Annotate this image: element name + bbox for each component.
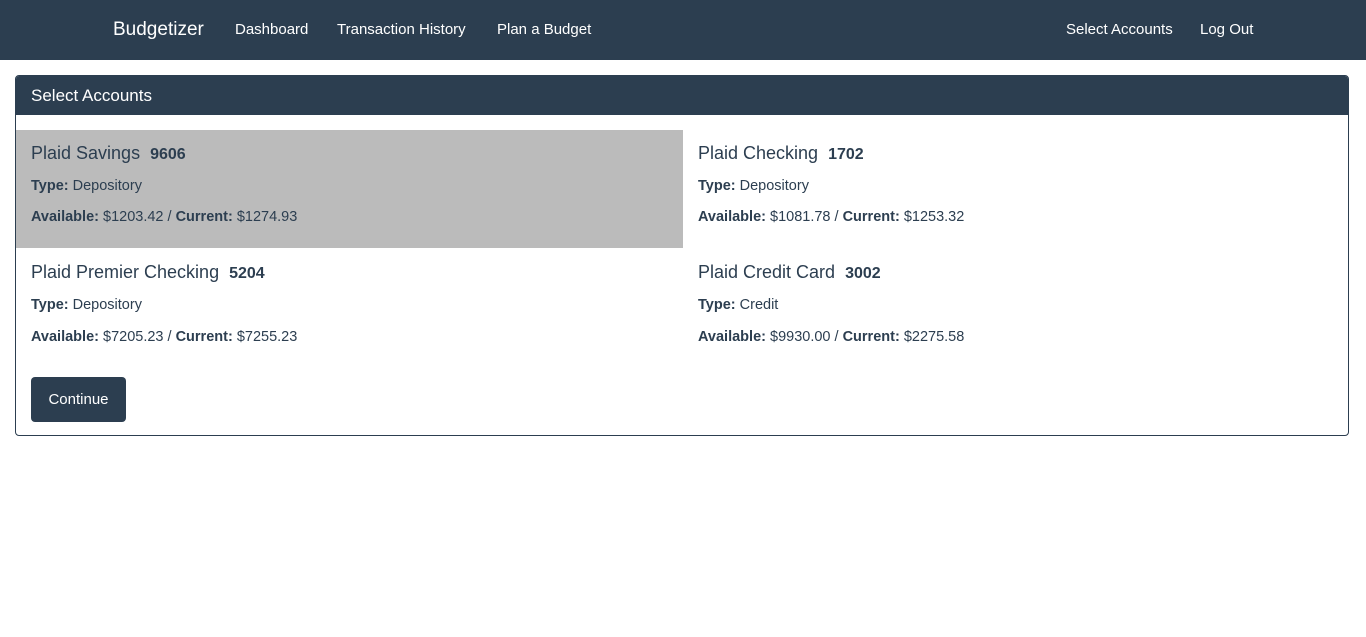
current-balance: $1253.32: [903, 209, 965, 225]
available-balance: $7205.23: [103, 329, 164, 345]
account-type-line: Type: Depository: [31, 177, 142, 195]
type-label: Type:: [698, 178, 736, 194]
available-label: Available:: [698, 329, 766, 345]
account-name: Plaid Credit Card: [698, 262, 836, 282]
account-balance-line: Available: $1081.78 / Current: $1253.32: [698, 208, 964, 226]
current-label: Current:: [175, 329, 233, 345]
balance-separator: /: [834, 209, 839, 225]
type-label: Type:: [31, 178, 69, 194]
account-mask: 3002: [845, 265, 881, 282]
account-name: Plaid Savings: [31, 143, 141, 163]
current-balance: $2275.58: [903, 329, 965, 345]
balance-separator: /: [167, 209, 172, 225]
top-navbar: Budgetizer Dashboard Transaction History…: [0, 0, 1366, 60]
nav-transaction-history[interactable]: Transaction History: [337, 20, 466, 40]
account-type-line: Type: Depository: [31, 296, 142, 314]
continue-button[interactable]: Continue: [31, 377, 126, 422]
account-type: Depository: [739, 178, 809, 194]
current-label: Current:: [842, 209, 900, 225]
account-type-line: Type: Credit: [698, 296, 778, 314]
panel-heading: Select Accounts: [16, 76, 1348, 115]
account-name: Plaid Checking: [698, 143, 819, 163]
account-type-line: Type: Depository: [698, 177, 809, 195]
account-title: Plaid Checking 1702: [698, 142, 864, 166]
account-type: Depository: [72, 178, 142, 194]
account-title: Plaid Premier Checking 5204: [31, 261, 265, 285]
current-label: Current:: [175, 209, 233, 225]
current-label: Current:: [842, 329, 900, 345]
nav-log-out[interactable]: Log Out: [1200, 20, 1253, 40]
account-card-plaid-credit-card[interactable]: Plaid Credit Card 3002 Type: Credit Avail…: [683, 249, 1348, 367]
nav-select-accounts[interactable]: Select Accounts: [1066, 20, 1173, 40]
account-balance-line: Available: $7205.23 / Current: $7255.23: [31, 328, 297, 346]
brand-link[interactable]: Budgetizer: [113, 18, 204, 42]
current-balance: $7255.23: [236, 329, 298, 345]
nav-dashboard[interactable]: Dashboard: [235, 20, 308, 40]
account-title: Plaid Credit Card 3002: [698, 261, 881, 285]
available-balance: $9930.00: [770, 329, 831, 345]
type-label: Type:: [31, 297, 69, 313]
type-label: Type:: [698, 297, 736, 313]
available-balance: $1203.42: [103, 209, 164, 225]
account-card-plaid-premier-checking[interactable]: Plaid Premier Checking 5204 Type: Deposit…: [16, 249, 683, 367]
account-name: Plaid Premier Checking: [31, 262, 220, 282]
available-label: Available:: [698, 209, 766, 225]
account-card-plaid-savings[interactable]: Plaid Savings 9606 Type: Depository Avail…: [16, 130, 683, 248]
available-label: Available:: [31, 329, 99, 345]
balance-separator: /: [167, 329, 172, 345]
balance-separator: /: [834, 329, 839, 345]
nav-plan-a-budget[interactable]: Plan a Budget: [497, 20, 591, 40]
available-balance: $1081.78: [770, 209, 831, 225]
available-label: Available:: [31, 209, 99, 225]
account-balance-line: Available: $9930.00 / Current: $2275.58: [698, 328, 964, 346]
account-mask: 1702: [828, 146, 864, 163]
account-card-plaid-checking[interactable]: Plaid Checking 1702 Type: Depository Avai…: [683, 130, 1348, 248]
account-mask: 5204: [229, 265, 265, 282]
select-accounts-panel: Select Accounts Plaid Savings 9606 Type: …: [15, 75, 1349, 436]
account-type: Credit: [739, 297, 779, 313]
account-balance-line: Available: $1203.42 / Current: $1274.93: [31, 208, 297, 226]
account-mask: 9606: [150, 146, 186, 163]
account-title: Plaid Savings 9606: [31, 142, 186, 166]
current-balance: $1274.93: [236, 209, 298, 225]
account-type: Depository: [72, 297, 142, 313]
